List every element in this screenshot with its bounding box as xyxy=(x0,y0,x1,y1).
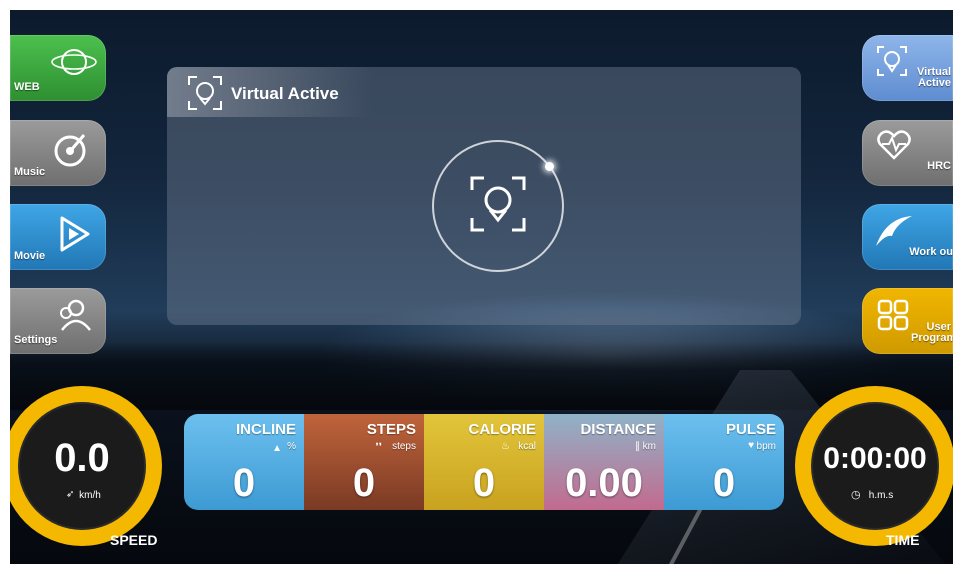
virtual-camera-icon xyxy=(877,46,907,76)
hrc-button[interactable]: HRC xyxy=(862,120,953,186)
background-hills xyxy=(10,310,953,410)
music-disc-icon xyxy=(54,134,86,167)
incline-card[interactable]: INCLINE ▲ % 0 xyxy=(184,414,304,510)
workout-button[interactable]: Work ou xyxy=(862,204,953,270)
pulse-heart-icon: ♥ xyxy=(748,440,754,451)
pulse-title: PULSE xyxy=(725,421,776,438)
speed-unit: km/h xyxy=(79,490,101,501)
play-film-icon xyxy=(60,216,90,252)
distance-title: DISTANCE xyxy=(580,421,656,438)
grid-program-icon xyxy=(877,299,909,331)
settings-label: Settings xyxy=(14,334,58,346)
settings-button[interactable]: Settings xyxy=(10,288,106,354)
pulse-unit: bpm xyxy=(756,441,776,452)
distance-road-icon: ∥ xyxy=(635,441,640,452)
time-unit: h.m.s xyxy=(868,490,894,501)
web-button[interactable]: WEB xyxy=(10,35,106,101)
steps-value: 0 xyxy=(352,461,376,505)
steps-title: STEPS xyxy=(366,421,416,438)
steps-footprint-icon: ❜❜ xyxy=(375,442,382,453)
distance-unit: km xyxy=(642,441,656,452)
user-program-button[interactable]: User Program xyxy=(862,288,953,354)
pulse-value: 0 xyxy=(712,461,736,505)
incline-mountain-icon: ▲ xyxy=(272,443,282,454)
steps-unit: steps xyxy=(392,441,416,452)
calorie-unit: kcal xyxy=(518,441,536,452)
calorie-value: 0 xyxy=(472,461,496,505)
movie-button[interactable]: Movie xyxy=(10,204,106,270)
time-gauge: 0:00:00 ◷ h.m.s xyxy=(795,386,953,546)
incline-unit: % xyxy=(287,441,296,452)
virtual-location-icon xyxy=(470,176,526,232)
runner-swoosh-icon xyxy=(876,216,912,246)
calorie-title: CALORIE xyxy=(468,421,537,438)
incline-value: 0 xyxy=(232,461,256,505)
user-program-label: User Program xyxy=(911,321,953,344)
speed-gauge: 0.0 ➶ km/h xyxy=(10,386,162,546)
panel-title: Virtual Active xyxy=(231,84,339,103)
distance-card[interactable]: DISTANCE ∥ km 0.00 xyxy=(544,414,664,510)
calorie-flame-icon: ♨ xyxy=(501,441,510,452)
music-label: Music xyxy=(14,166,46,178)
incline-title: INCLINE xyxy=(236,421,296,438)
heart-pulse-icon xyxy=(877,130,911,160)
indicator-dot xyxy=(545,162,554,171)
music-button[interactable]: Music xyxy=(10,120,106,186)
movie-label: Movie xyxy=(14,250,46,262)
web-label: WEB xyxy=(14,81,40,93)
virtual-active-button[interactable]: Virtual Active xyxy=(862,35,953,101)
distance-value: 0.00 xyxy=(565,461,643,505)
time-gauge-center: 0:00:00 ◷ h.m.s xyxy=(813,404,937,528)
time-label: TIME xyxy=(886,532,920,548)
panel-virtual-icon xyxy=(188,76,222,110)
globe-icon xyxy=(51,49,97,75)
steps-card[interactable]: STEPS ❜❜ steps 0 xyxy=(304,414,424,510)
speed-gauge-center: 0.0 ➶ km/h xyxy=(20,404,144,528)
speed-label: SPEED xyxy=(110,532,158,548)
virtual-active-panel: Virtual Active xyxy=(167,67,801,325)
time-value: 0:00:00 xyxy=(823,442,927,475)
treadmill-screen: WEB Music Movie Settings Virtual Active … xyxy=(10,10,953,564)
calorie-card[interactable]: CALORIE ♨ kcal 0 xyxy=(424,414,544,510)
workout-label: Work ou xyxy=(909,246,953,258)
virtual-active-label: Virtual Active xyxy=(917,66,952,89)
speed-value: 0.0 xyxy=(54,436,110,480)
virtual-active-start-button[interactable] xyxy=(432,140,564,272)
users-settings-icon xyxy=(60,299,91,331)
hrc-label: HRC xyxy=(927,160,951,172)
pulse-card[interactable]: PULSE ♥ bpm 0 xyxy=(664,414,784,510)
